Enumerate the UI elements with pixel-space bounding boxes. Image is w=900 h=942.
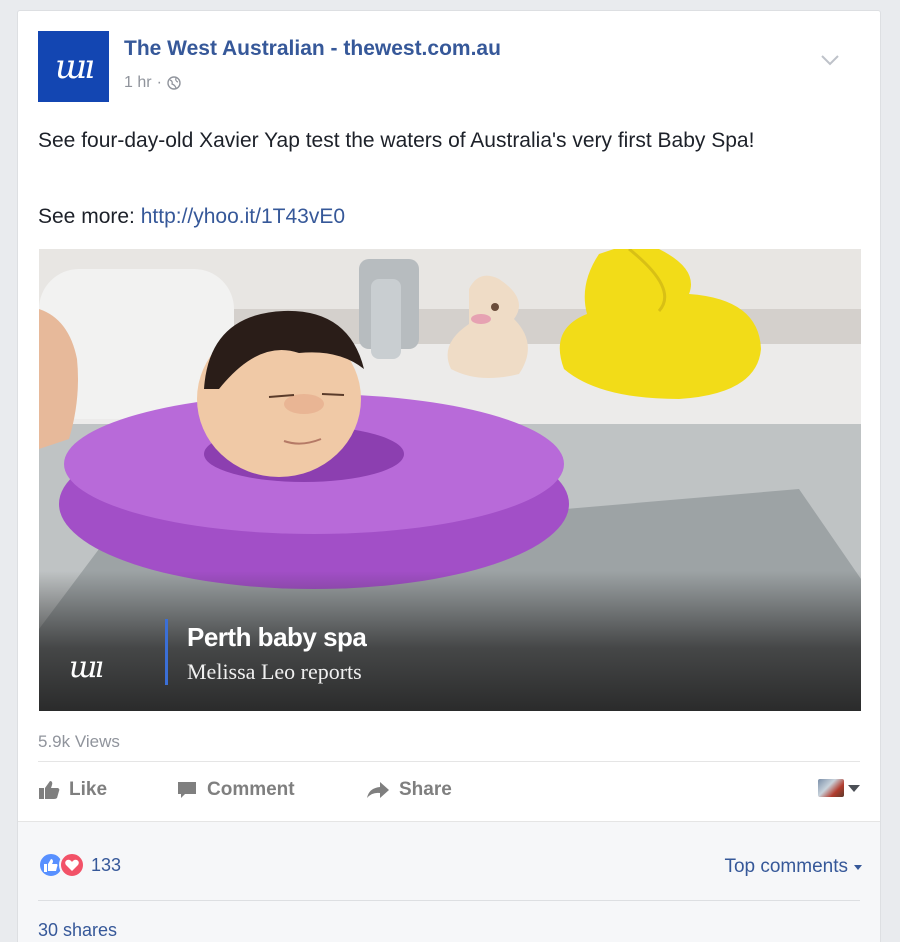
action-bar: Like Comment Share <box>38 771 860 809</box>
share-button[interactable]: Share <box>366 771 452 809</box>
page-logo-text: ɯı <box>54 46 95 87</box>
post-meta: 1 hr · <box>124 74 181 92</box>
post-header: ɯı The West Australian - thewest.com.au … <box>38 31 858 103</box>
like-button[interactable]: Like <box>38 771 107 809</box>
top-comments-label: Top comments <box>724 856 848 877</box>
caret-down-icon <box>854 864 862 870</box>
shares-count-link[interactable]: 30 shares <box>38 920 117 941</box>
post-text: See four-day-old Xavier Yap test the wat… <box>38 129 755 152</box>
video-subtitle: Melissa Leo reports <box>187 659 362 684</box>
comment-label: Comment <box>207 779 295 800</box>
like-label: Like <box>69 779 108 800</box>
share-label: Share <box>399 779 452 800</box>
page-avatar[interactable]: ɯı <box>38 31 109 102</box>
share-icon <box>367 782 389 798</box>
video-caption-overlay: ɯı Perth baby spa Melissa Leo reports <box>39 571 861 711</box>
avatar <box>818 779 844 797</box>
top-comments-dropdown[interactable]: Top comments <box>724 856 862 878</box>
love-reaction-icon <box>59 852 85 878</box>
view-count: 5.9k Views <box>38 732 120 751</box>
thumbs-up-icon <box>39 781 60 799</box>
chevron-down-icon[interactable] <box>820 53 840 67</box>
comment-button[interactable]: Comment <box>176 771 295 809</box>
see-more-label: See more: <box>38 205 141 228</box>
divider <box>38 900 860 901</box>
comment-icon <box>178 782 196 798</box>
post-card: ɯı The West Australian - thewest.com.au … <box>17 10 881 942</box>
reactions-summary[interactable]: 133 <box>38 852 121 878</box>
post-link[interactable]: http://yhoo.it/1T43vE0 <box>141 205 345 228</box>
meta-dot: · <box>156 74 162 91</box>
page-name-link[interactable]: The West Australian - thewest.com.au <box>124 37 501 61</box>
overlay-divider <box>165 619 168 685</box>
post-footer: 133 Top comments 30 shares <box>18 821 880 942</box>
overlay-logo: ɯı <box>69 650 104 685</box>
globe-icon[interactable] <box>167 76 181 90</box>
see-more-line: See more: http://yhoo.it/1T43vE0 <box>38 202 345 232</box>
post-time[interactable]: 1 hr <box>124 74 152 92</box>
reaction-count: 133 <box>91 854 122 875</box>
divider <box>38 761 860 762</box>
video-player[interactable]: ɯı Perth baby spa Melissa Leo reports <box>39 249 861 711</box>
caret-down-icon <box>848 784 860 792</box>
post-as-selector[interactable] <box>818 779 860 797</box>
video-title: Perth baby spa <box>187 622 367 652</box>
